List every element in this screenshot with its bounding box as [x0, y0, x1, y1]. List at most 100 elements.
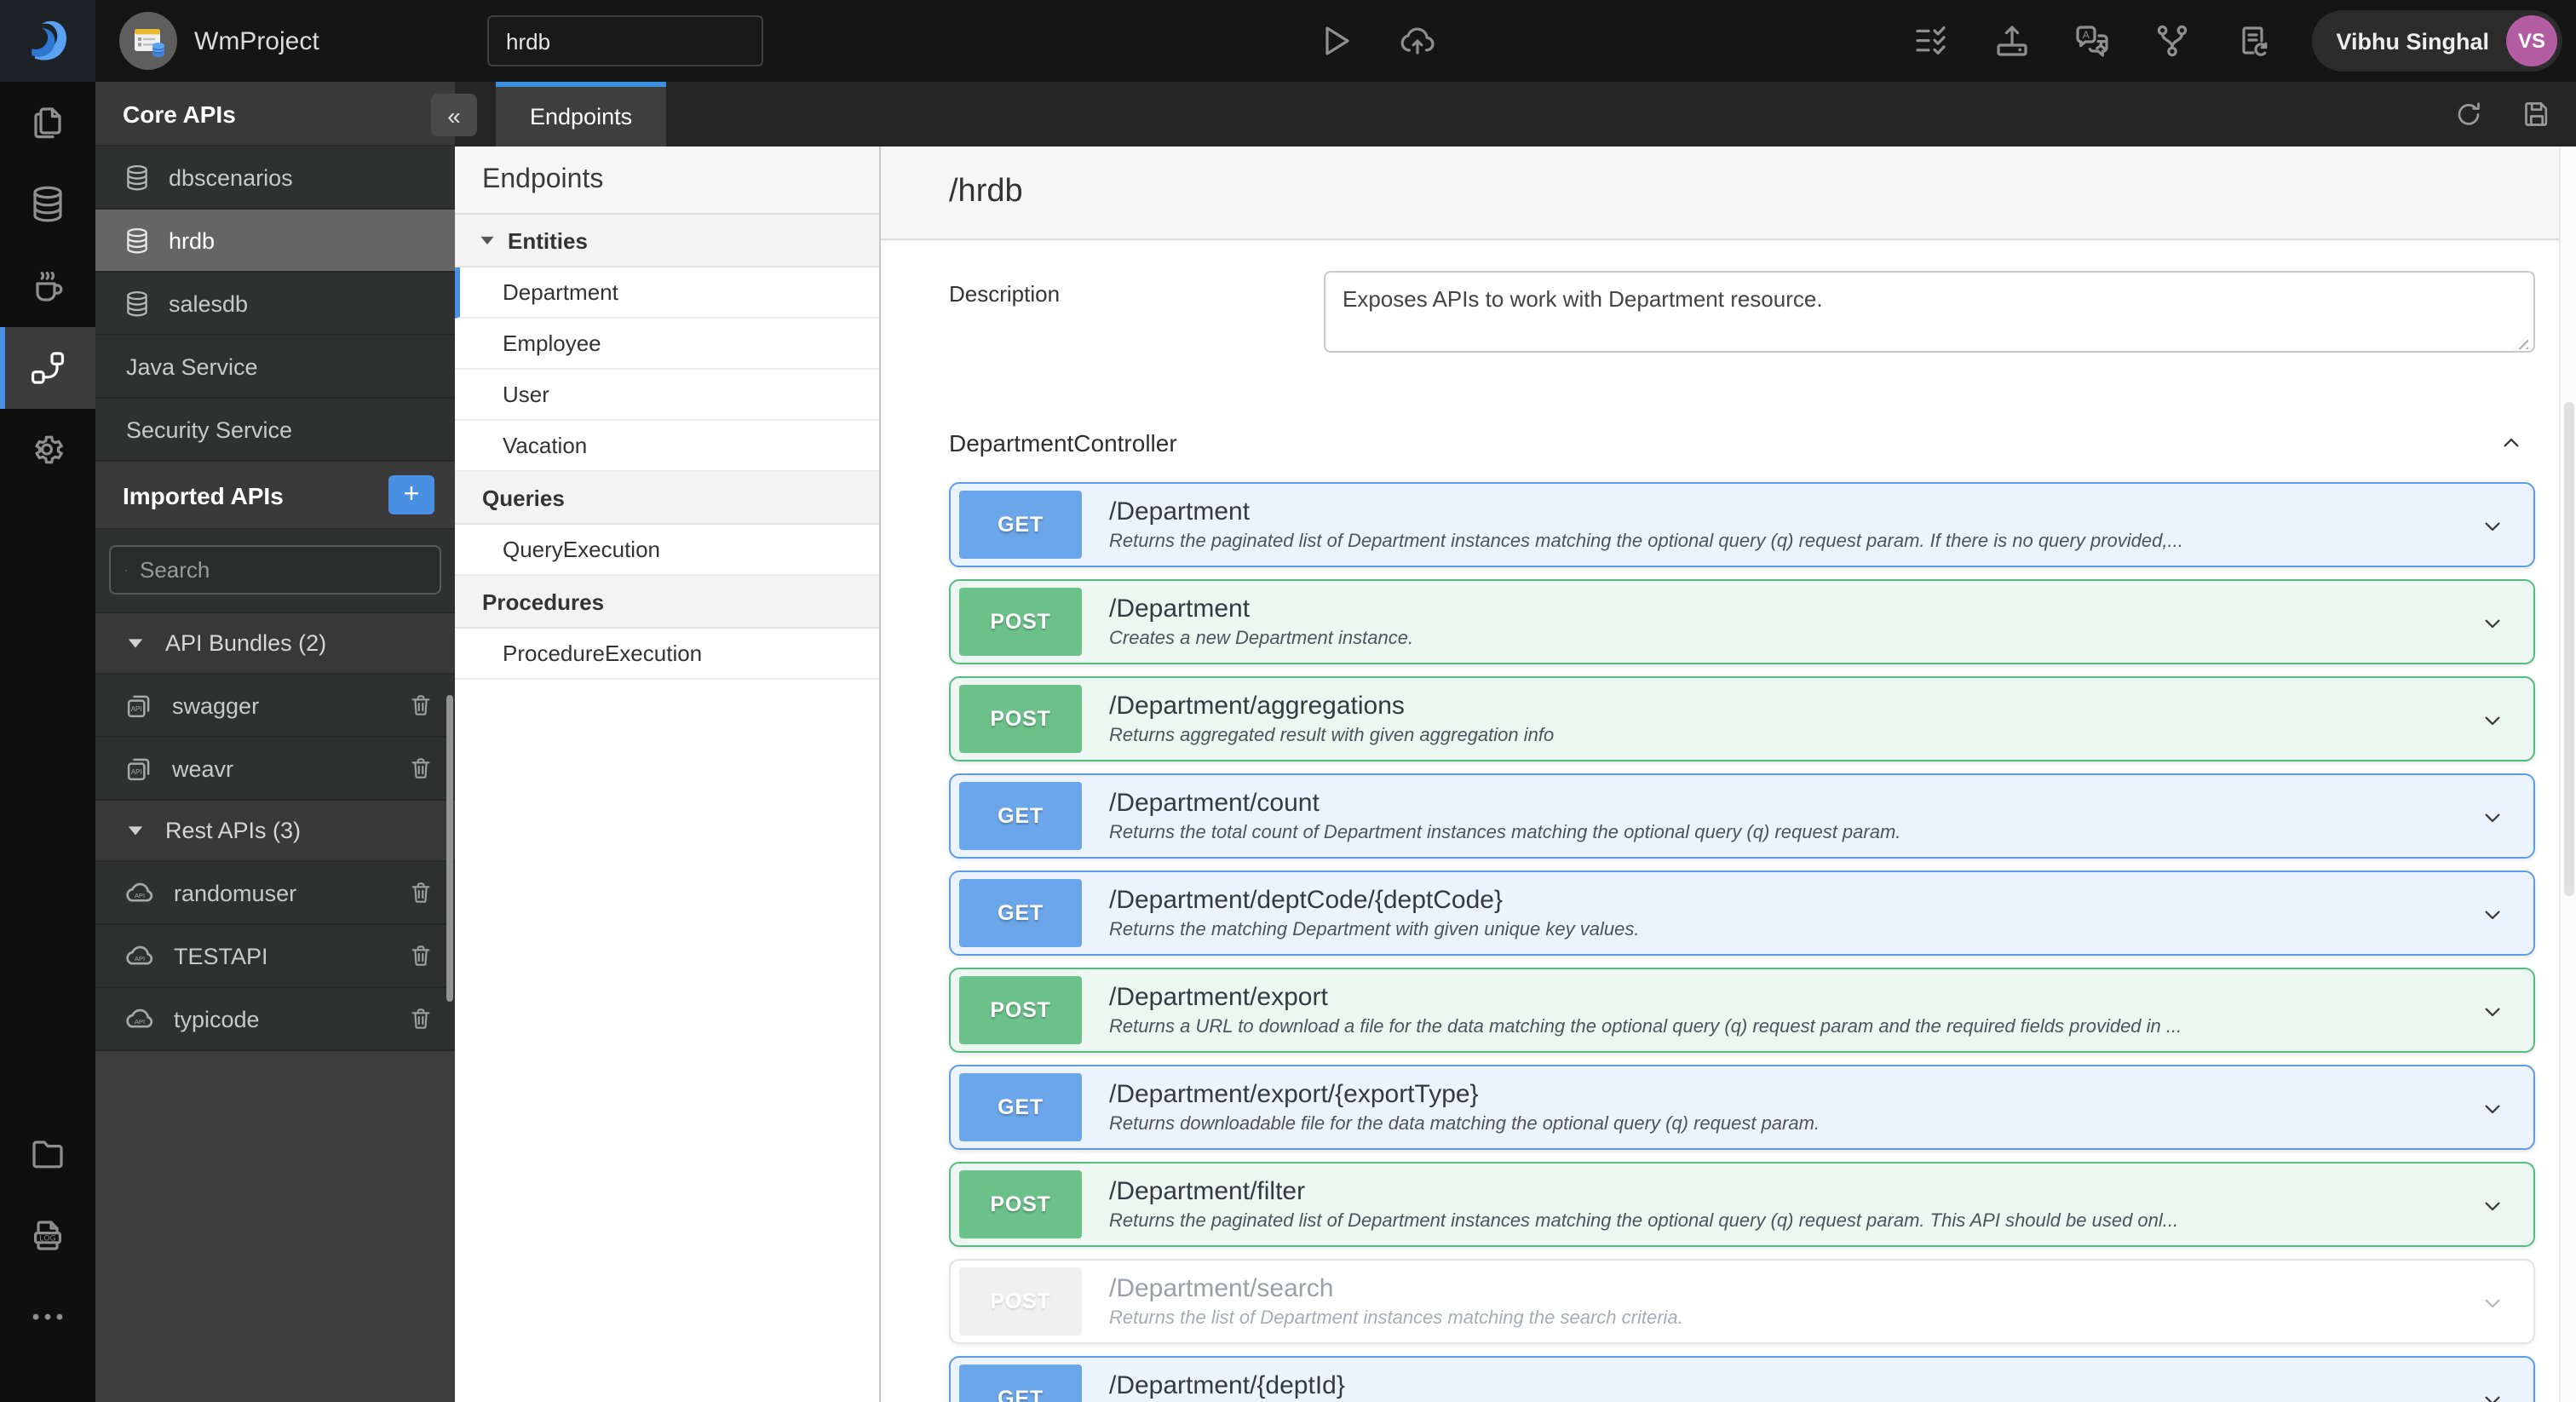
- main-scrollbar-thumb[interactable]: [2564, 402, 2574, 896]
- rail-java[interactable]: [0, 245, 95, 327]
- run-icon[interactable]: [1315, 20, 1356, 61]
- caret-down-icon: [128, 826, 143, 836]
- delete-icon[interactable]: [407, 942, 434, 969]
- rail-settings[interactable]: [0, 409, 95, 491]
- tree-item-procedureexecution[interactable]: ProcedureExecution: [455, 629, 879, 680]
- save-icon[interactable]: [2520, 97, 2554, 131]
- imported-apis-header: Imported APIs +: [95, 462, 455, 530]
- database-icon: [123, 163, 152, 192]
- sidebar-item-label: Java Service: [126, 353, 258, 379]
- tree-item-employee[interactable]: Employee: [455, 319, 879, 370]
- group-label: API Bundles (2): [165, 630, 327, 656]
- tree-item-vacation[interactable]: Vacation: [455, 421, 879, 472]
- endpoint-card[interactable]: POST /Department/aggregations Returns ag…: [949, 676, 2535, 761]
- delete-icon[interactable]: [407, 1005, 434, 1032]
- endpoint-card[interactable]: GET /Department/{deptId} Returns the Dep…: [949, 1356, 2535, 1402]
- tree-item-queryexecution[interactable]: QueryExecution: [455, 525, 879, 576]
- delete-icon[interactable]: [407, 879, 434, 906]
- endpoint-card[interactable]: GET /Department/count Returns the total …: [949, 773, 2535, 859]
- delete-icon[interactable]: [407, 755, 434, 782]
- endpoint-card[interactable]: GET /Department/deptCode/{deptCode} Retu…: [949, 871, 2535, 956]
- search-icon: [124, 558, 128, 582]
- collapse-sidebar-button[interactable]: «: [431, 94, 477, 136]
- sidebar-item-swagger[interactable]: swagger: [95, 675, 455, 738]
- sidebar-scrollbar-thumb[interactable]: [446, 695, 453, 1002]
- rail-logs[interactable]: [0, 1194, 95, 1276]
- database-icon: [123, 289, 152, 318]
- api-cloud-icon: [123, 876, 157, 910]
- sidebar-item-weavr[interactable]: weavr: [95, 738, 455, 801]
- sidebar-item-hrdb[interactable]: hrdb: [95, 210, 455, 273]
- endpoint-card[interactable]: POST /Department/export Returns a URL to…: [949, 968, 2535, 1053]
- chevron-down-icon[interactable]: [2479, 1095, 2506, 1123]
- preview-target-input[interactable]: [487, 15, 763, 66]
- method-badge: GET: [959, 879, 1082, 947]
- endpoint-path: /Department/search: [1109, 1274, 1334, 1303]
- tree-item-department[interactable]: Department: [455, 267, 879, 319]
- main-scrollbar[interactable]: [2559, 147, 2576, 1402]
- endpoint-summary: Creates a new Department instance.: [1109, 629, 1414, 649]
- delete-icon[interactable]: [407, 692, 434, 719]
- checklist-icon[interactable]: [1912, 20, 1952, 61]
- endpoint-summary: Returns the total count of Department in…: [1109, 823, 1901, 843]
- publish-icon[interactable]: [1992, 20, 2033, 61]
- sidebar-item-randomuser[interactable]: randomuser: [95, 862, 455, 925]
- endpoint-card[interactable]: GET /Department Returns the paginated li…: [949, 482, 2535, 567]
- endpoint-path: /Department/{deptId}: [1109, 1371, 1345, 1400]
- chevron-down-icon[interactable]: [2479, 610, 2506, 637]
- tree-item-user[interactable]: User: [455, 370, 879, 421]
- file-sync-icon[interactable]: [2232, 20, 2273, 61]
- sidebar-item-testapi[interactable]: TESTAPI: [95, 925, 455, 988]
- rail-database[interactable]: [0, 164, 95, 245]
- rail-files[interactable]: [0, 1112, 95, 1194]
- folder-icon: [27, 1133, 68, 1174]
- cloud-upload-icon[interactable]: [1397, 20, 1438, 61]
- api-bundle-icon: [123, 689, 155, 721]
- group-api-bundles[interactable]: API Bundles (2): [95, 613, 455, 675]
- chevron-down-icon[interactable]: [2479, 1290, 2506, 1317]
- endpoint-summary: Returns the matching Department with giv…: [1109, 920, 1640, 940]
- refresh-icon[interactable]: [2452, 97, 2486, 131]
- endpoint-card-disabled[interactable]: POST /Department/search Returns the list…: [949, 1259, 2535, 1344]
- add-api-button[interactable]: +: [388, 475, 434, 514]
- left-rail: [0, 82, 95, 1402]
- rail-api-designer[interactable]: [0, 327, 95, 409]
- endpoint-card[interactable]: POST /Department Creates a new Departmen…: [949, 579, 2535, 664]
- tree-section-procedures[interactable]: Procedures: [455, 576, 879, 629]
- rail-more[interactable]: [0, 1276, 95, 1358]
- brand-logo[interactable]: [0, 0, 95, 82]
- user-menu[interactable]: Vibhu Singhal VS: [2312, 10, 2562, 72]
- sidebar-item-dbscenarios[interactable]: dbscenarios: [95, 147, 455, 210]
- chevron-down-icon[interactable]: [2479, 1192, 2506, 1220]
- endpoint-card[interactable]: GET /Department/export/{exportType} Retu…: [949, 1065, 2535, 1150]
- endpoint-card[interactable]: POST /Department/filter Returns the pagi…: [949, 1162, 2535, 1247]
- project-name: WmProject: [194, 26, 319, 55]
- endpoint-summary: Returns a URL to download a file for the…: [1109, 1017, 2182, 1037]
- method-badge: GET: [959, 491, 1082, 559]
- tree-section-entities[interactable]: Entities: [455, 215, 879, 267]
- project-switcher[interactable]: WmProject: [119, 0, 319, 82]
- search-input[interactable]: [140, 557, 440, 583]
- rail-pages[interactable]: [0, 82, 95, 164]
- sidebar-item-security-service[interactable]: Security Service: [95, 399, 455, 462]
- tab-endpoints[interactable]: Endpoints: [496, 82, 667, 147]
- sidebar-item-label: weavr: [172, 756, 234, 781]
- sidebar-item-salesdb[interactable]: salesdb: [95, 273, 455, 336]
- endpoint-path: /Department: [1109, 497, 1251, 526]
- chevron-down-icon[interactable]: [2479, 804, 2506, 831]
- sidebar-item-typicode[interactable]: typicode: [95, 988, 455, 1051]
- tree-section-queries[interactable]: Queries: [455, 472, 879, 525]
- group-rest-apis[interactable]: Rest APIs (3): [95, 801, 455, 862]
- git-branch-icon[interactable]: [2152, 20, 2193, 61]
- description-textarea[interactable]: Exposes APIs to work with Department res…: [1324, 271, 2535, 353]
- sidebar-item-java-service[interactable]: Java Service: [95, 336, 455, 399]
- collapse-section-icon[interactable]: [2498, 429, 2525, 457]
- chevron-down-icon[interactable]: [2479, 707, 2506, 734]
- chevron-down-icon[interactable]: [2479, 513, 2506, 540]
- chevron-down-icon[interactable]: [2479, 901, 2506, 928]
- translate-icon[interactable]: [2072, 20, 2113, 61]
- tree-section-label: Procedures: [482, 589, 605, 614]
- chevron-down-icon[interactable]: [2479, 998, 2506, 1026]
- method-badge: GET: [959, 1073, 1082, 1141]
- chevron-down-icon[interactable]: [2479, 1387, 2506, 1402]
